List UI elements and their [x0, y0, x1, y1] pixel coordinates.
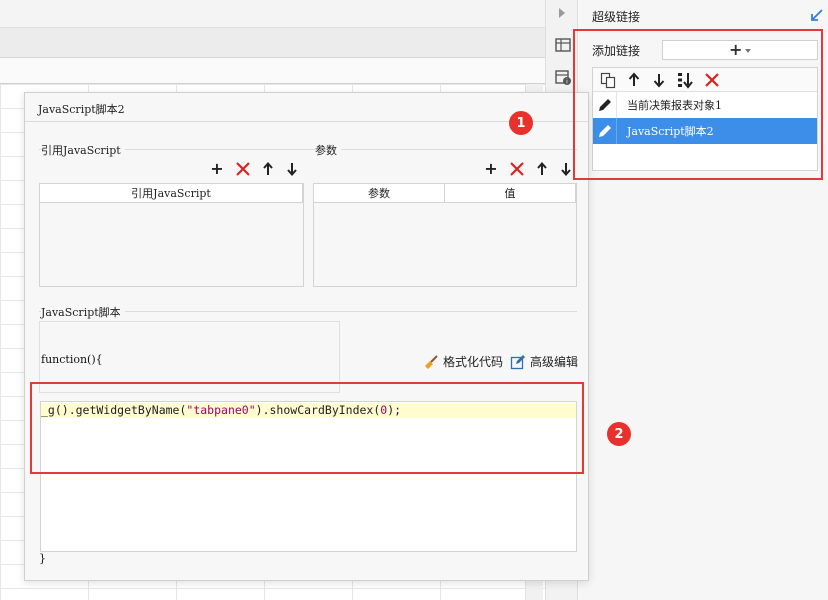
script-group-label: JavaScript脚本 — [41, 304, 125, 320]
ref-js-table-header: 引用JavaScript — [40, 184, 303, 203]
param-value-column-header[interactable]: 值 — [445, 184, 576, 202]
annotation-badge-1: 1 — [509, 111, 533, 135]
expand-arrow-icon[interactable] — [559, 8, 565, 18]
params-table[interactable]: 参数 值 — [313, 183, 577, 287]
function-open-text: function(){ — [41, 353, 103, 366]
param-delete-icon[interactable] — [509, 161, 525, 177]
cell-attribute-icon[interactable]: i — [554, 68, 572, 86]
annotation-box-2 — [30, 382, 584, 474]
param-name-column-header[interactable]: 参数 — [314, 184, 445, 202]
advanced-edit-label: 高级编辑 — [530, 355, 579, 369]
ref-js-table[interactable]: 引用JavaScript — [39, 183, 304, 287]
ref-add-icon[interactable]: + — [209, 161, 225, 177]
title-separator — [25, 121, 588, 122]
param-add-icon[interactable]: + — [483, 161, 499, 177]
dialog-title: JavaScript脚本2 — [38, 103, 125, 116]
annotation-box-1 — [573, 29, 823, 180]
advanced-edit-button[interactable]: 高级编辑 — [510, 353, 578, 370]
ref-up-icon[interactable] — [260, 161, 276, 177]
param-down-icon[interactable] — [558, 161, 574, 177]
column-headers — [0, 58, 545, 84]
ref-down-icon[interactable] — [284, 161, 300, 177]
panel-title: 超级链接 — [592, 10, 641, 24]
ref-js-group-label: 引用JavaScript — [41, 142, 125, 158]
format-code-label: 格式化代码 — [443, 355, 504, 369]
cell-element-icon[interactable] — [554, 36, 572, 54]
annotation-badge-2: 2 — [607, 422, 631, 446]
sheet-toolbar — [0, 28, 545, 76]
param-up-icon[interactable] — [534, 161, 550, 177]
sheet-top-strip — [0, 0, 545, 28]
ref-delete-icon[interactable] — [235, 161, 251, 177]
function-close-text: } — [39, 552, 46, 565]
params-group-label: 参数 — [315, 142, 341, 158]
ref-js-column-header[interactable]: 引用JavaScript — [40, 184, 303, 202]
format-code-button[interactable]: 格式化代码 — [423, 353, 503, 370]
javascript-dialog: JavaScript脚本2 引用JavaScript + 引用JavaScrip… — [24, 92, 589, 581]
params-table-header: 参数 值 — [314, 184, 576, 203]
edit-icon — [510, 354, 525, 369]
broom-icon — [425, 354, 438, 369]
collapse-arrow-icon[interactable] — [810, 8, 824, 22]
group-border — [315, 149, 577, 150]
